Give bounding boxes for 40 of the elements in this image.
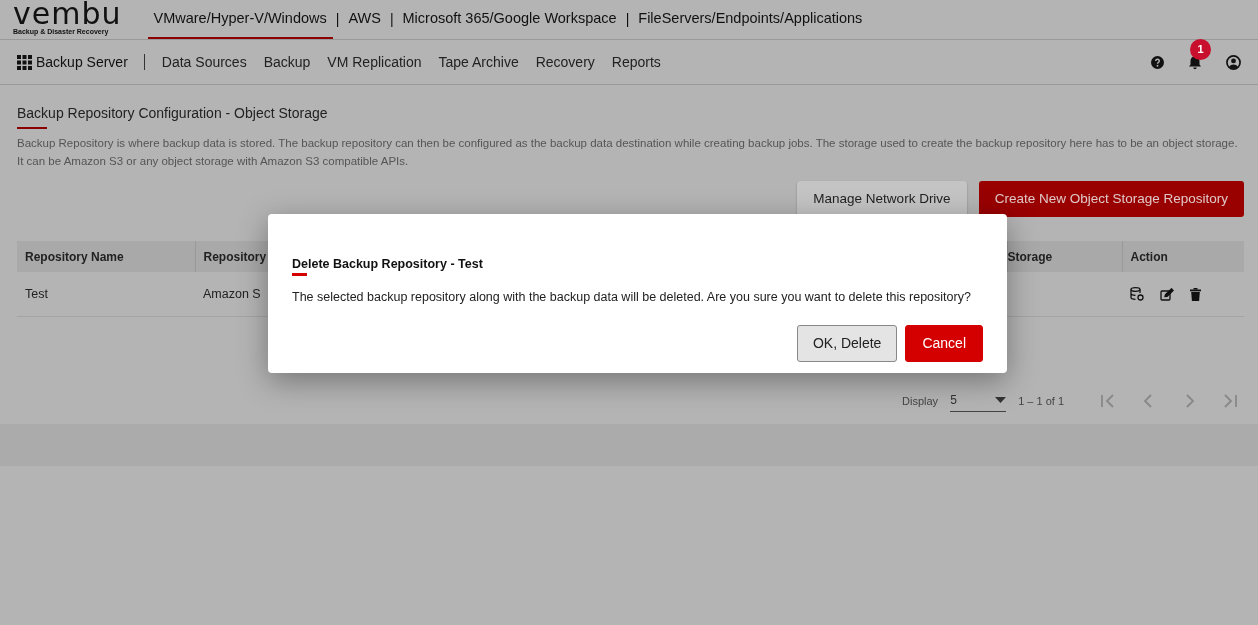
grid-icon — [17, 54, 32, 70]
tab-separator: | — [624, 10, 631, 29]
table-cell: Amazon S — [203, 286, 261, 301]
page-title: Backup Repository Configuration - Object Storage — [17, 105, 328, 122]
edit-icon[interactable] — [1160, 287, 1174, 301]
page-description: Backup Repository is where backup data is stored. The backup repository can then be configured as the backup data destination while creating backup jobs. The storage used to create the backup repository here has to be an object storage. It can be Amazon S3 or any object storage with Amazon S3 compatible APIs. — [17, 136, 1239, 169]
nav-link[interactable]: Backup — [263, 51, 311, 73]
column-header: Repository Name — [17, 241, 195, 273]
title-underline — [292, 273, 307, 276]
product-tab[interactable]: VMware/Hyper-V/Windows — [147, 0, 333, 39]
page-range: 1 – 1 of 1 — [1018, 394, 1064, 409]
notification-badge: 1 — [1190, 38, 1211, 60]
tab-separator: | — [334, 10, 341, 29]
help-icon[interactable] — [1151, 55, 1164, 69]
cancel-button[interactable]: Cancel — [905, 324, 983, 362]
display-label: Display — [902, 394, 939, 409]
dialog-message: The selected backup repository along with the backup data will be deleted. Are you sure you want to delete this repository? — [292, 289, 972, 306]
column-header: Action — [1122, 241, 1244, 273]
column-header: Storage — [1007, 241, 1122, 273]
title-underline — [17, 127, 47, 129]
dropdown-caret-icon — [995, 396, 1007, 403]
nav-link[interactable]: VM Replication — [327, 51, 422, 73]
table-cell: Test — [25, 286, 48, 301]
page-size-select[interactable]: 5 — [950, 390, 1007, 412]
dialog-title: Delete Backup Repository - Test — [292, 257, 484, 272]
product-tab[interactable]: AWS — [342, 0, 387, 39]
nav-link[interactable]: Recovery — [535, 51, 595, 73]
trash-icon[interactable] — [1190, 287, 1201, 301]
nav-link[interactable]: Reports — [611, 51, 661, 73]
database-settings-icon[interactable] — [1130, 287, 1144, 301]
confirm-delete-button[interactable]: OK, Delete — [796, 324, 898, 362]
product-tab[interactable]: FileServers/Endpoints/Applications — [632, 0, 869, 39]
user-icon[interactable] — [1226, 54, 1241, 70]
logo-wordmark: vembu — [13, 1, 122, 28]
nav-link[interactable]: Data Sources — [161, 51, 247, 73]
app-menu-link[interactable]: Backup Server — [17, 54, 145, 70]
product-tab[interactable]: Microsoft 365/Google Workspace — [396, 0, 623, 39]
tab-separator: | — [388, 10, 395, 29]
create-repository-button[interactable]: Create New Object Storage Repository — [978, 181, 1244, 218]
nav-link[interactable]: Tape Archive — [438, 51, 519, 73]
